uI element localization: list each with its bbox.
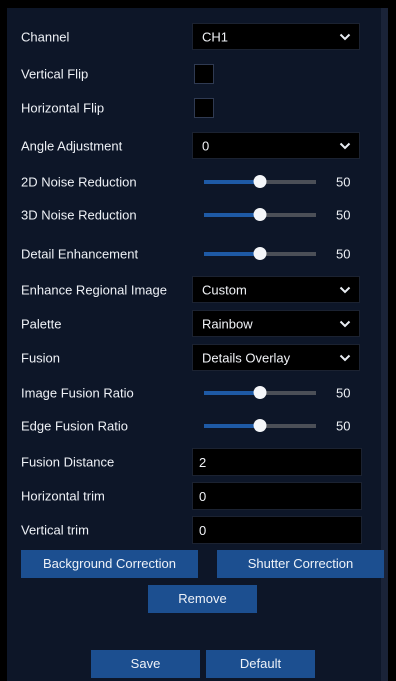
slider-thumb[interactable]	[253, 419, 267, 432]
image-fusion-ratio-row: Image Fusion Ratio 50	[21, 379, 366, 407]
chevron-down-icon	[339, 142, 351, 149]
noise-2d-slider[interactable]	[204, 174, 316, 190]
channel-value: CH1	[202, 29, 229, 44]
angle-adjustment-value: 0	[202, 138, 210, 153]
save-button[interactable]: Save	[91, 650, 200, 678]
palette-select[interactable]: Rainbow	[192, 310, 360, 337]
detail-enhancement-value: 50	[336, 246, 351, 262]
vertical-trim-input[interactable]	[192, 516, 362, 544]
horizontal-flip-label: Horizontal Flip	[21, 100, 105, 116]
channel-select[interactable]: CH1	[192, 23, 360, 50]
noise-2d-row: 2D Noise Reduction 50	[21, 168, 366, 196]
vertical-flip-row: Vertical Flip	[21, 60, 366, 88]
vertical-trim-row: Vertical trim	[21, 516, 366, 544]
horizontal-flip-checkbox[interactable]	[194, 98, 214, 118]
noise-2d-value: 50	[336, 174, 351, 190]
fusion-row: Fusion Details Overlay	[21, 344, 366, 372]
edge-fusion-ratio-row: Edge Fusion Ratio 50	[21, 412, 366, 440]
horizontal-flip-row: Horizontal Flip	[21, 94, 366, 122]
angle-adjustment-select[interactable]: 0	[192, 132, 360, 159]
slider-fill	[204, 180, 260, 184]
image-fusion-ratio-label: Image Fusion Ratio	[21, 385, 134, 401]
chevron-down-icon	[339, 320, 351, 327]
slider-thumb[interactable]	[253, 208, 267, 221]
fusion-select[interactable]: Details Overlay	[192, 344, 360, 371]
vertical-flip-label: Vertical Flip	[21, 66, 89, 82]
panel-scrollbar[interactable]	[381, 8, 388, 681]
fusion-value: Details Overlay	[202, 350, 291, 365]
image-fusion-ratio-value: 50	[336, 385, 351, 401]
enhance-regional-image-select[interactable]: Custom	[192, 276, 360, 303]
vertical-flip-checkbox[interactable]	[194, 64, 214, 84]
noise-3d-label: 3D Noise Reduction	[21, 207, 137, 223]
chevron-down-icon	[339, 286, 351, 293]
channel-row: Channel CH1	[21, 23, 366, 51]
slider-thumb[interactable]	[253, 175, 267, 188]
remove-button[interactable]: Remove	[148, 585, 257, 613]
noise-3d-slider[interactable]	[204, 207, 316, 223]
detail-enhancement-row: Detail Enhancement 50	[21, 240, 366, 268]
enhance-regional-image-row: Enhance Regional Image Custom	[21, 276, 366, 304]
angle-adjustment-row: Angle Adjustment 0	[21, 132, 366, 160]
fusion-distance-row: Fusion Distance	[21, 448, 366, 476]
fusion-distance-input[interactable]	[192, 448, 362, 476]
horizontal-trim-input[interactable]	[192, 482, 362, 510]
angle-adjustment-label: Angle Adjustment	[21, 138, 123, 154]
slider-thumb[interactable]	[253, 386, 267, 399]
palette-label: Palette	[21, 316, 62, 332]
detail-enhancement-slider[interactable]	[204, 246, 316, 262]
noise-3d-row: 3D Noise Reduction 50	[21, 201, 366, 229]
detail-enhancement-label: Detail Enhancement	[21, 246, 139, 262]
slider-fill	[204, 252, 260, 256]
shutter-correction-button[interactable]: Shutter Correction	[217, 550, 384, 578]
slider-thumb[interactable]	[253, 247, 267, 260]
edge-fusion-ratio-label: Edge Fusion Ratio	[21, 418, 128, 434]
horizontal-trim-row: Horizontal trim	[21, 482, 366, 510]
default-button[interactable]: Default	[206, 650, 315, 678]
noise-3d-value: 50	[336, 207, 351, 223]
chevron-down-icon	[339, 33, 351, 40]
chevron-down-icon	[339, 354, 351, 361]
background-correction-button[interactable]: Background Correction	[21, 550, 198, 578]
edge-fusion-ratio-slider[interactable]	[204, 418, 316, 434]
enhance-regional-image-label: Enhance Regional Image	[21, 282, 167, 298]
fusion-distance-label: Fusion Distance	[21, 454, 115, 470]
vertical-trim-label: Vertical trim	[21, 522, 89, 538]
slider-fill	[204, 391, 260, 395]
edge-fusion-ratio-value: 50	[336, 418, 351, 434]
slider-fill	[204, 213, 260, 217]
image-fusion-ratio-slider[interactable]	[204, 385, 316, 401]
noise-2d-label: 2D Noise Reduction	[21, 174, 137, 190]
palette-row: Palette Rainbow	[21, 310, 366, 338]
palette-value: Rainbow	[202, 316, 253, 331]
horizontal-trim-label: Horizontal trim	[21, 488, 105, 504]
fusion-label: Fusion	[21, 350, 61, 366]
enhance-regional-image-value: Custom	[202, 282, 247, 297]
slider-fill	[204, 424, 260, 428]
channel-label: Channel	[21, 29, 70, 45]
